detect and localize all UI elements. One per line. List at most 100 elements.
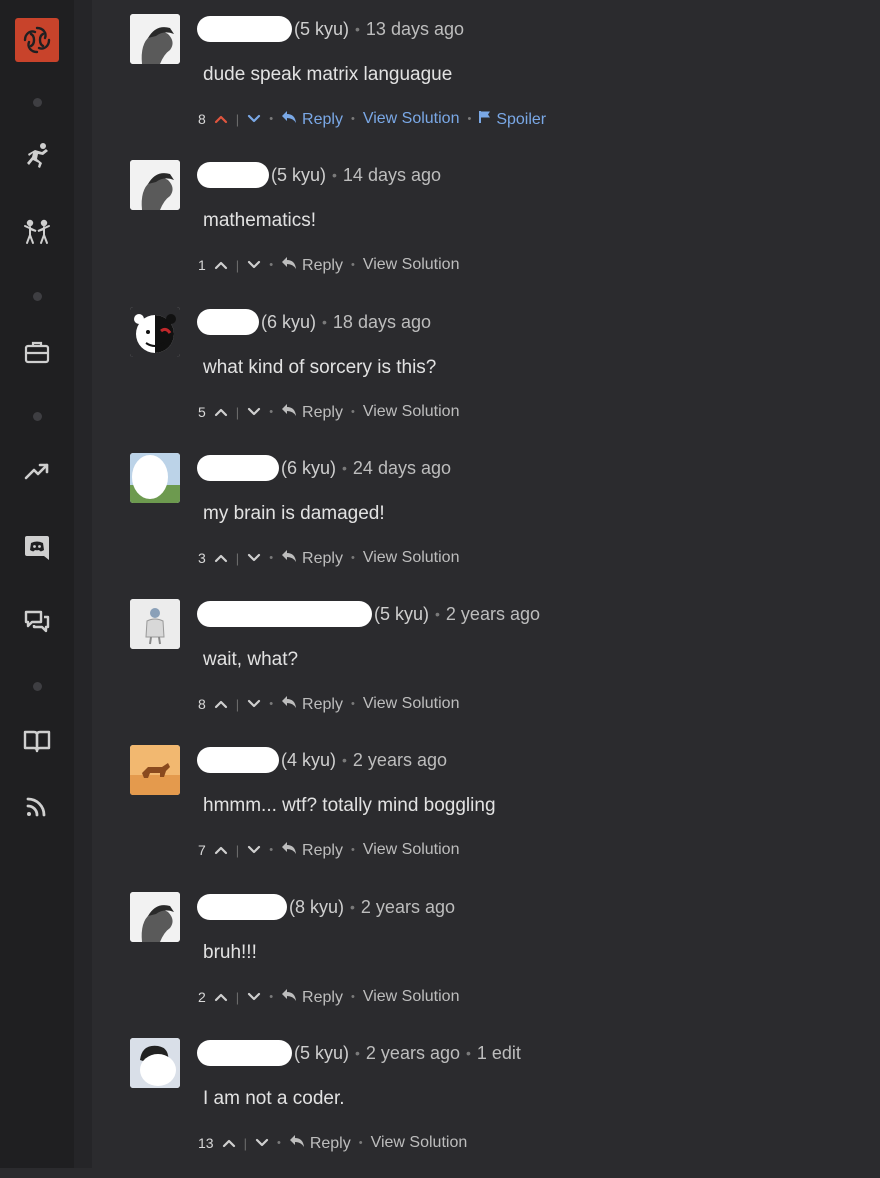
action-separator: •	[350, 991, 355, 1003]
reply-button[interactable]: Reply	[281, 549, 343, 568]
rss-feed-icon[interactable]	[19, 788, 55, 824]
reply-icon	[281, 256, 297, 270]
view-solution-link[interactable]: View Solution	[363, 988, 460, 1006]
comment-meta: (5 kyu) • 13 days ago	[197, 16, 464, 42]
view-solution-link[interactable]: View Solution	[363, 256, 460, 274]
comment-item: (5 kyu) • 14 days ago mathematics! 1 | •…	[130, 160, 850, 300]
downvote-icon[interactable]	[247, 114, 261, 124]
avatar[interactable]	[130, 160, 180, 210]
redacted-username	[197, 894, 287, 920]
downvote-icon[interactable]	[247, 260, 261, 270]
avatar[interactable]	[130, 14, 180, 64]
comment-text: my brain is damaged!	[203, 503, 385, 524]
avatar[interactable]	[130, 453, 180, 503]
reply-icon	[289, 1134, 305, 1148]
user-rank: (5 kyu)	[374, 603, 430, 624]
comment-time[interactable]: 2 years ago	[361, 897, 455, 918]
upvote-icon[interactable]	[214, 407, 228, 417]
downvote-icon[interactable]	[247, 553, 261, 563]
kumite-icon[interactable]	[19, 214, 55, 250]
action-separator: •	[350, 698, 355, 710]
comment-time[interactable]: 14 days ago	[343, 165, 441, 186]
comment-meta: (5 kyu) • 14 days ago	[197, 162, 441, 188]
comment-time[interactable]: 2 years ago	[446, 604, 540, 625]
comment-time[interactable]: 24 days ago	[353, 458, 451, 479]
action-separator: •	[269, 991, 274, 1003]
reply-icon	[281, 988, 297, 1002]
reply-button[interactable]: Reply	[281, 695, 343, 714]
downvote-icon[interactable]	[247, 407, 261, 417]
docs-book-icon[interactable]	[19, 723, 55, 759]
nav-separator-dot	[33, 412, 42, 421]
downvote-icon[interactable]	[255, 1138, 269, 1148]
comment-meta: (6 kyu) • 24 days ago	[197, 455, 451, 481]
downvote-icon[interactable]	[247, 992, 261, 1002]
reply-button[interactable]: Reply	[281, 110, 343, 129]
codewars-logo-icon[interactable]	[15, 18, 59, 62]
view-solution-link[interactable]: View Solution	[363, 110, 460, 128]
view-solution-link[interactable]: View Solution	[363, 549, 460, 567]
avatar[interactable]	[130, 599, 180, 649]
upvote-icon[interactable]	[214, 114, 228, 124]
redacted-username	[197, 16, 292, 42]
meta-separator: •	[322, 314, 327, 330]
upvote-icon[interactable]	[214, 260, 228, 270]
view-solution-link[interactable]: View Solution	[371, 1134, 468, 1152]
reply-button[interactable]: Reply	[281, 841, 343, 860]
trending-icon[interactable]	[19, 453, 55, 489]
comment-meta: (5 kyu) • 2 years ago	[197, 601, 540, 627]
reply-button[interactable]: Reply	[281, 988, 343, 1007]
view-solution-link[interactable]: View Solution	[363, 841, 460, 859]
upvote-icon[interactable]	[214, 699, 228, 709]
discussions-icon[interactable]	[19, 604, 55, 640]
comment-text: hmmm... wtf? totally mind boggling	[203, 795, 496, 816]
user-rank: (4 kyu)	[281, 749, 337, 770]
action-separator: •	[358, 1137, 363, 1149]
comment-time[interactable]: 2 years ago	[366, 1043, 460, 1064]
edit-count[interactable]: 1 edit	[477, 1043, 521, 1064]
comment-time[interactable]: 18 days ago	[333, 312, 431, 333]
upvote-icon[interactable]	[222, 1138, 236, 1148]
comment-actions: 1 | • Reply • View Solution	[198, 255, 459, 275]
redacted-username	[197, 309, 259, 335]
upvote-icon[interactable]	[214, 553, 228, 563]
avatar[interactable]	[130, 745, 180, 795]
upvote-icon[interactable]	[214, 992, 228, 1002]
view-solution-link[interactable]: View Solution	[363, 403, 460, 421]
spoiler-button[interactable]: Spoiler	[479, 110, 546, 129]
comment-text: mathematics!	[203, 210, 316, 231]
redacted-username	[197, 162, 269, 188]
reply-button[interactable]: Reply	[289, 1134, 351, 1153]
reply-button[interactable]: Reply	[281, 256, 343, 275]
comment-item: (5 kyu) • 13 days ago dude speak matrix …	[130, 14, 850, 154]
discord-icon[interactable]	[19, 529, 55, 565]
vote-count: 2	[198, 989, 206, 1005]
upvote-icon[interactable]	[214, 845, 228, 855]
view-solution-link[interactable]: View Solution	[363, 695, 460, 713]
nav-separator-dot	[33, 682, 42, 691]
briefcase-icon[interactable]	[19, 334, 55, 370]
redacted-username	[197, 601, 372, 627]
comment-time[interactable]: 13 days ago	[366, 19, 464, 40]
vote-divider: |	[235, 842, 240, 858]
action-separator: •	[350, 113, 355, 125]
sidebar-gutter	[74, 0, 92, 1168]
avatar[interactable]	[130, 307, 180, 357]
comment-meta: (6 kyu) • 18 days ago	[197, 309, 431, 335]
vote-count: 8	[198, 696, 206, 712]
vote-divider: |	[243, 1135, 247, 1151]
meta-separator: •	[350, 899, 355, 915]
action-separator: •	[350, 406, 355, 418]
avatar[interactable]	[130, 892, 180, 942]
comment-item: (5 kyu) • 2 years ago • 1 edit I am not …	[130, 1038, 850, 1178]
comment-text: bruh!!!	[203, 942, 257, 963]
comment-actions: 3 | • Reply • View Solution	[198, 548, 459, 568]
downvote-icon[interactable]	[247, 699, 261, 709]
reply-button[interactable]: Reply	[281, 403, 343, 422]
comment-time[interactable]: 2 years ago	[353, 750, 447, 771]
downvote-icon[interactable]	[247, 845, 261, 855]
reply-label: Reply	[302, 988, 343, 1006]
comment-actions: 5 | • Reply • View Solution	[198, 402, 459, 422]
training-icon[interactable]	[19, 138, 55, 174]
avatar[interactable]	[130, 1038, 180, 1088]
